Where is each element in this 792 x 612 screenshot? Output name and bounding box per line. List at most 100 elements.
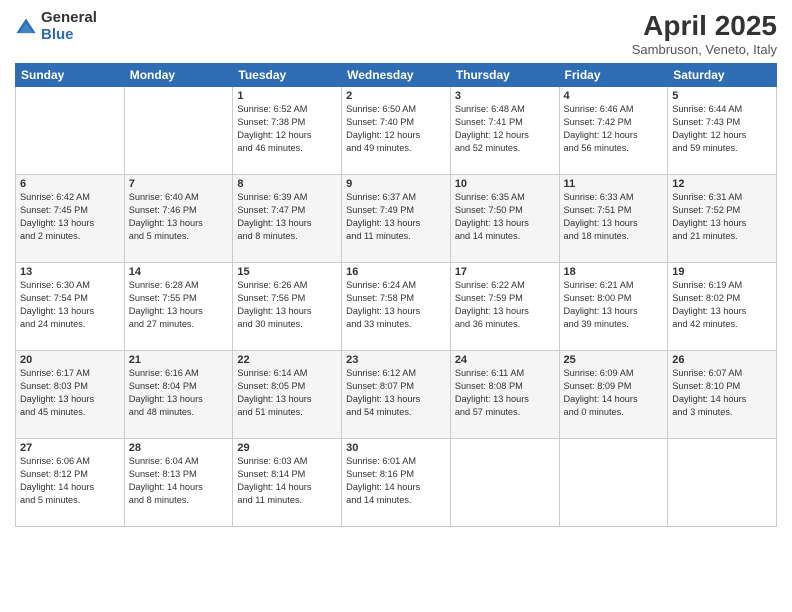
calendar-day-cell: 17Sunrise: 6:22 AM Sunset: 7:59 PM Dayli… (450, 263, 559, 351)
calendar-day-cell: 3Sunrise: 6:48 AM Sunset: 7:41 PM Daylig… (450, 87, 559, 175)
day-info: Sunrise: 6:50 AM Sunset: 7:40 PM Dayligh… (346, 103, 446, 155)
day-info: Sunrise: 6:48 AM Sunset: 7:41 PM Dayligh… (455, 103, 555, 155)
calendar-header-row: SundayMondayTuesdayWednesdayThursdayFrid… (16, 64, 777, 87)
calendar-day-cell (668, 439, 777, 527)
day-number: 18 (564, 266, 664, 278)
calendar-day-cell: 7Sunrise: 6:40 AM Sunset: 7:46 PM Daylig… (124, 175, 233, 263)
day-info: Sunrise: 6:31 AM Sunset: 7:52 PM Dayligh… (672, 191, 772, 243)
calendar-day-cell: 2Sunrise: 6:50 AM Sunset: 7:40 PM Daylig… (342, 87, 451, 175)
calendar-day-cell: 26Sunrise: 6:07 AM Sunset: 8:10 PM Dayli… (668, 351, 777, 439)
logo-blue: Blue (41, 27, 97, 44)
day-number: 7 (129, 178, 229, 190)
day-number: 30 (346, 442, 446, 454)
calendar-week-row: 20Sunrise: 6:17 AM Sunset: 8:03 PM Dayli… (16, 351, 777, 439)
calendar-subtitle: Sambruson, Veneto, Italy (632, 42, 777, 57)
calendar-day-cell: 5Sunrise: 6:44 AM Sunset: 7:43 PM Daylig… (668, 87, 777, 175)
logo-general: General (41, 10, 97, 27)
calendar-title: April 2025 (632, 10, 777, 42)
day-number: 28 (129, 442, 229, 454)
calendar-day-cell (124, 87, 233, 175)
day-number: 17 (455, 266, 555, 278)
day-number: 6 (20, 178, 120, 190)
calendar-day-cell: 6Sunrise: 6:42 AM Sunset: 7:45 PM Daylig… (16, 175, 125, 263)
calendar-day-cell: 27Sunrise: 6:06 AM Sunset: 8:12 PM Dayli… (16, 439, 125, 527)
calendar-day-cell: 4Sunrise: 6:46 AM Sunset: 7:42 PM Daylig… (559, 87, 668, 175)
day-number: 22 (237, 354, 337, 366)
calendar-day-cell: 19Sunrise: 6:19 AM Sunset: 8:02 PM Dayli… (668, 263, 777, 351)
weekday-header: Wednesday (342, 64, 451, 87)
day-number: 8 (237, 178, 337, 190)
day-info: Sunrise: 6:07 AM Sunset: 8:10 PM Dayligh… (672, 367, 772, 419)
day-info: Sunrise: 6:04 AM Sunset: 8:13 PM Dayligh… (129, 455, 229, 507)
day-number: 5 (672, 90, 772, 102)
calendar-day-cell (16, 87, 125, 175)
calendar-week-row: 6Sunrise: 6:42 AM Sunset: 7:45 PM Daylig… (16, 175, 777, 263)
logo: General Blue (15, 10, 97, 43)
weekday-header: Saturday (668, 64, 777, 87)
day-info: Sunrise: 6:12 AM Sunset: 8:07 PM Dayligh… (346, 367, 446, 419)
calendar-day-cell: 18Sunrise: 6:21 AM Sunset: 8:00 PM Dayli… (559, 263, 668, 351)
calendar-day-cell: 12Sunrise: 6:31 AM Sunset: 7:52 PM Dayli… (668, 175, 777, 263)
day-info: Sunrise: 6:09 AM Sunset: 8:09 PM Dayligh… (564, 367, 664, 419)
day-number: 1 (237, 90, 337, 102)
day-info: Sunrise: 6:11 AM Sunset: 8:08 PM Dayligh… (455, 367, 555, 419)
day-number: 2 (346, 90, 446, 102)
day-number: 23 (346, 354, 446, 366)
calendar-day-cell: 29Sunrise: 6:03 AM Sunset: 8:14 PM Dayli… (233, 439, 342, 527)
day-info: Sunrise: 6:37 AM Sunset: 7:49 PM Dayligh… (346, 191, 446, 243)
day-info: Sunrise: 6:24 AM Sunset: 7:58 PM Dayligh… (346, 279, 446, 331)
day-info: Sunrise: 6:40 AM Sunset: 7:46 PM Dayligh… (129, 191, 229, 243)
day-number: 11 (564, 178, 664, 190)
day-info: Sunrise: 6:16 AM Sunset: 8:04 PM Dayligh… (129, 367, 229, 419)
calendar-day-cell (559, 439, 668, 527)
day-number: 24 (455, 354, 555, 366)
calendar-day-cell: 22Sunrise: 6:14 AM Sunset: 8:05 PM Dayli… (233, 351, 342, 439)
calendar-day-cell: 11Sunrise: 6:33 AM Sunset: 7:51 PM Dayli… (559, 175, 668, 263)
logo-text: General Blue (41, 10, 97, 43)
day-info: Sunrise: 6:28 AM Sunset: 7:55 PM Dayligh… (129, 279, 229, 331)
day-info: Sunrise: 6:03 AM Sunset: 8:14 PM Dayligh… (237, 455, 337, 507)
day-number: 10 (455, 178, 555, 190)
day-info: Sunrise: 6:19 AM Sunset: 8:02 PM Dayligh… (672, 279, 772, 331)
calendar-day-cell: 28Sunrise: 6:04 AM Sunset: 8:13 PM Dayli… (124, 439, 233, 527)
calendar-table: SundayMondayTuesdayWednesdayThursdayFrid… (15, 63, 777, 527)
calendar-week-row: 1Sunrise: 6:52 AM Sunset: 7:38 PM Daylig… (16, 87, 777, 175)
day-number: 19 (672, 266, 772, 278)
day-number: 15 (237, 266, 337, 278)
day-info: Sunrise: 6:52 AM Sunset: 7:38 PM Dayligh… (237, 103, 337, 155)
day-number: 12 (672, 178, 772, 190)
calendar-day-cell: 21Sunrise: 6:16 AM Sunset: 8:04 PM Dayli… (124, 351, 233, 439)
day-info: Sunrise: 6:14 AM Sunset: 8:05 PM Dayligh… (237, 367, 337, 419)
day-number: 13 (20, 266, 120, 278)
calendar-day-cell: 23Sunrise: 6:12 AM Sunset: 8:07 PM Dayli… (342, 351, 451, 439)
day-info: Sunrise: 6:21 AM Sunset: 8:00 PM Dayligh… (564, 279, 664, 331)
page: General Blue April 2025 Sambruson, Venet… (0, 0, 792, 612)
day-number: 3 (455, 90, 555, 102)
day-info: Sunrise: 6:06 AM Sunset: 8:12 PM Dayligh… (20, 455, 120, 507)
calendar-day-cell: 1Sunrise: 6:52 AM Sunset: 7:38 PM Daylig… (233, 87, 342, 175)
day-info: Sunrise: 6:30 AM Sunset: 7:54 PM Dayligh… (20, 279, 120, 331)
calendar-day-cell: 30Sunrise: 6:01 AM Sunset: 8:16 PM Dayli… (342, 439, 451, 527)
day-info: Sunrise: 6:35 AM Sunset: 7:50 PM Dayligh… (455, 191, 555, 243)
day-number: 9 (346, 178, 446, 190)
day-info: Sunrise: 6:33 AM Sunset: 7:51 PM Dayligh… (564, 191, 664, 243)
calendar-day-cell: 20Sunrise: 6:17 AM Sunset: 8:03 PM Dayli… (16, 351, 125, 439)
calendar-day-cell: 8Sunrise: 6:39 AM Sunset: 7:47 PM Daylig… (233, 175, 342, 263)
calendar-day-cell: 15Sunrise: 6:26 AM Sunset: 7:56 PM Dayli… (233, 263, 342, 351)
calendar-day-cell: 16Sunrise: 6:24 AM Sunset: 7:58 PM Dayli… (342, 263, 451, 351)
day-number: 20 (20, 354, 120, 366)
calendar-day-cell: 10Sunrise: 6:35 AM Sunset: 7:50 PM Dayli… (450, 175, 559, 263)
weekday-header: Monday (124, 64, 233, 87)
calendar-day-cell: 9Sunrise: 6:37 AM Sunset: 7:49 PM Daylig… (342, 175, 451, 263)
calendar-week-row: 27Sunrise: 6:06 AM Sunset: 8:12 PM Dayli… (16, 439, 777, 527)
weekday-header: Sunday (16, 64, 125, 87)
day-number: 14 (129, 266, 229, 278)
day-number: 21 (129, 354, 229, 366)
weekday-header: Thursday (450, 64, 559, 87)
day-info: Sunrise: 6:46 AM Sunset: 7:42 PM Dayligh… (564, 103, 664, 155)
header: General Blue April 2025 Sambruson, Venet… (15, 10, 777, 57)
calendar-day-cell: 14Sunrise: 6:28 AM Sunset: 7:55 PM Dayli… (124, 263, 233, 351)
day-info: Sunrise: 6:42 AM Sunset: 7:45 PM Dayligh… (20, 191, 120, 243)
day-number: 29 (237, 442, 337, 454)
day-number: 27 (20, 442, 120, 454)
